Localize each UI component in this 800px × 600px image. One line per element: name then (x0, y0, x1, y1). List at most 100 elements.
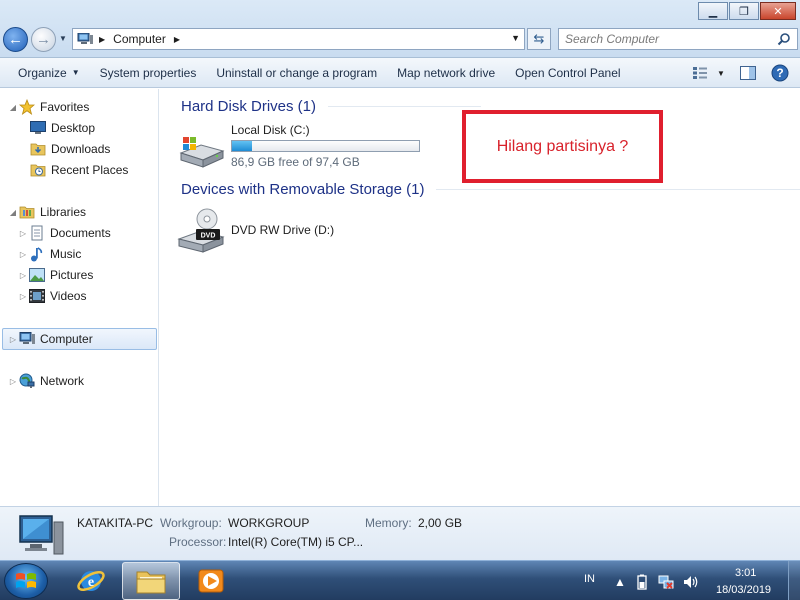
speaker-icon[interactable] (682, 574, 698, 590)
svg-text:?: ? (776, 66, 783, 80)
nav-label: Libraries (40, 205, 87, 219)
annotation-box: Hilang partisinya ? (462, 110, 663, 183)
nav-label: Network (40, 374, 85, 388)
organize-button[interactable]: Organize ▼ (8, 61, 90, 85)
group-header-removable[interactable]: Devices with Removable Storage (1) (181, 179, 800, 199)
network-status-icon[interactable] (658, 574, 674, 590)
address-bar[interactable]: ▶ Computer ▶ ▼ (72, 28, 525, 50)
show-hidden-icons-button[interactable]: ▲ (612, 574, 628, 590)
expand-arrow-icon[interactable]: ▷ (18, 250, 28, 259)
preview-pane-icon (740, 66, 756, 80)
details-pane: KATAKITA-PC Workgroup: WORKGROUP Memory:… (0, 506, 800, 560)
hard-drive-icon (179, 137, 225, 168)
collapse-arrow-icon[interactable]: ◢ (8, 103, 18, 112)
dvd-drive-item[interactable]: DVD DVD RW Drive (D:) (177, 207, 334, 255)
computer-icon (77, 33, 93, 44)
documents-icon (29, 225, 45, 241)
nav-pictures[interactable]: ▷ Pictures (18, 265, 93, 285)
help-icon: ? (771, 64, 789, 82)
expand-arrow-icon[interactable]: ▷ (8, 377, 18, 386)
clock-time[interactable]: 3:01 (735, 567, 756, 579)
media-player-icon (198, 569, 224, 593)
address-dropdown[interactable]: ▼ (511, 33, 520, 43)
open-control-panel-button[interactable]: Open Control Panel (505, 61, 630, 85)
navigation-pane: ◢ Favorites Desktop Downloads Recent Pla… (0, 89, 159, 506)
music-note-icon (29, 246, 45, 262)
language-indicator[interactable]: IN (584, 573, 595, 585)
breadcrumb-computer[interactable]: Computer (113, 32, 166, 46)
nav-label: Videos (50, 289, 87, 303)
nav-documents[interactable]: ▷ Documents (18, 223, 111, 243)
group-header-hard-disk[interactable]: Hard Disk Drives (1) (181, 96, 481, 116)
search-input[interactable] (565, 32, 765, 46)
start-button[interactable] (4, 563, 48, 599)
collapse-arrow-icon[interactable]: ◢ (8, 208, 18, 217)
local-disk-info: Local Disk (C:) 86,9 GB free of 97,4 GB (231, 123, 420, 171)
minimize-button[interactable]: ▁ (698, 2, 728, 20)
forward-button[interactable]: → (31, 27, 56, 52)
recent-places-icon (30, 162, 46, 178)
system-properties-button[interactable]: System properties (90, 61, 207, 85)
expand-arrow-icon[interactable]: ▷ (8, 335, 18, 344)
dvd-drive-icon: DVD (177, 208, 225, 253)
window-controls: ▁ ❐ ✕ (698, 2, 796, 20)
group-divider (328, 105, 481, 107)
close-button[interactable]: ✕ (760, 2, 796, 20)
title-bar: ▁ ❐ ✕ ← → ▼ ▶ Computer ▶ ▼ ⇆ (0, 0, 800, 58)
help-button[interactable]: ? (768, 62, 792, 84)
local-disk-item[interactable]: Local Disk (C:) 86,9 GB free of 97,4 GB (177, 123, 420, 171)
star-icon (19, 99, 35, 115)
computer-icon (19, 515, 64, 555)
processor-label: Processor: (169, 535, 227, 549)
clock-date[interactable]: 18/03/2019 (716, 584, 771, 596)
pictures-icon (29, 267, 45, 283)
disk-usage-fill (232, 141, 253, 151)
nav-downloads[interactable]: Downloads (30, 139, 110, 159)
organize-label: Organize (18, 65, 67, 80)
map-network-drive-button[interactable]: Map network drive (387, 61, 505, 85)
breadcrumb-separator[interactable]: ▶ (174, 35, 180, 44)
nav-recent-places[interactable]: Recent Places (30, 160, 128, 180)
change-view-button[interactable] (688, 62, 712, 84)
nav-label: Favorites (40, 100, 90, 114)
desktop-icon (30, 120, 46, 136)
breadcrumb-separator[interactable]: ▶ (99, 35, 105, 44)
taskbar-media-player[interactable] (182, 562, 240, 600)
group-title: Devices with Removable Storage (1) (181, 180, 425, 198)
back-button[interactable]: ← (3, 27, 28, 52)
expand-arrow-icon[interactable]: ▷ (18, 271, 28, 280)
svg-text:e: e (88, 575, 94, 590)
nav-label: Downloads (51, 142, 111, 156)
group-title: Hard Disk Drives (1) (181, 97, 317, 115)
folder-icon (136, 571, 166, 594)
memory-label: Memory: (365, 516, 412, 530)
view-options-dropdown[interactable]: ▼ (714, 62, 728, 84)
nav-desktop[interactable]: Desktop (30, 118, 95, 138)
nav-libraries[interactable]: ◢ Libraries (8, 202, 86, 222)
drive-label: DVD RW Drive (D:) (231, 223, 335, 237)
nav-videos[interactable]: ▷ Videos (18, 286, 86, 306)
preview-pane-button[interactable] (736, 62, 760, 84)
taskbar-internet-explorer[interactable]: e (62, 562, 120, 600)
nav-computer[interactable]: ▷ Computer (8, 329, 93, 349)
uninstall-program-button[interactable]: Uninstall or change a program (206, 61, 387, 85)
workgroup-label: Workgroup: (160, 516, 222, 530)
forward-arrow-icon: → (36, 31, 51, 48)
taskbar-windows-explorer[interactable] (122, 562, 180, 600)
show-desktop-button[interactable] (788, 561, 800, 600)
search-box[interactable] (558, 28, 798, 50)
search-icon[interactable] (777, 32, 791, 46)
maximize-button[interactable]: ❐ (729, 2, 759, 20)
nav-network[interactable]: ▷ Network (8, 371, 84, 391)
nav-favorites[interactable]: ◢ Favorites (8, 97, 89, 117)
computer-icon (19, 331, 35, 347)
taskbar: e IN ▲ 3:01 18/03/2019 (0, 560, 800, 600)
expand-arrow-icon[interactable]: ▷ (18, 292, 28, 301)
expand-arrow-icon[interactable]: ▷ (18, 229, 28, 238)
battery-icon[interactable] (634, 574, 650, 590)
back-arrow-icon: ← (8, 31, 23, 48)
group-divider (436, 188, 800, 190)
nav-music[interactable]: ▷ Music (18, 244, 81, 264)
recent-pages-dropdown[interactable]: ▼ (59, 34, 67, 43)
refresh-button[interactable]: ⇆ (527, 28, 551, 50)
